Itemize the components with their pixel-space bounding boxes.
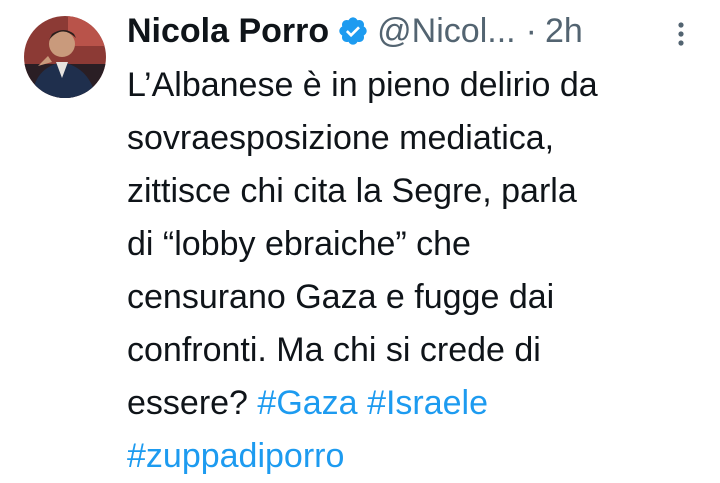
tweet-text-line: #zuppadiporro bbox=[127, 430, 712, 483]
avatar[interactable] bbox=[24, 16, 106, 98]
timestamp[interactable]: 2h bbox=[545, 8, 583, 54]
hashtag-link[interactable]: #zuppadiporro bbox=[127, 437, 344, 475]
tweet-text-line: censurano Gaza e fugge dai bbox=[127, 278, 555, 316]
more-options-icon[interactable] bbox=[669, 19, 693, 49]
tweet-text-line: sovraesposizione mediatica, bbox=[127, 119, 555, 157]
tweet-text: L’Albanese è in pieno delirio da sovraes… bbox=[127, 59, 712, 483]
tweet-text-line: confronti. Ma chi si crede di bbox=[127, 331, 541, 369]
tweet-text-fragment: essere? bbox=[127, 384, 248, 422]
author-handle[interactable]: @Nicol... bbox=[377, 8, 515, 54]
tweet-text-line: zittisce chi cita la Segre, parla bbox=[127, 172, 577, 210]
tweet-text-line: L’Albanese è in pieno delirio da bbox=[127, 66, 598, 104]
hashtag-link[interactable]: #Gaza bbox=[257, 384, 357, 422]
tweet[interactable]: Nicola Porro @Nicol... · 2h L’Albanese è… bbox=[0, 0, 720, 475]
tweet-text-line: essere? #Gaza #Israele bbox=[127, 377, 712, 430]
author-name[interactable]: Nicola Porro bbox=[127, 8, 329, 54]
verified-badge-icon bbox=[337, 15, 369, 47]
header-separator: · bbox=[525, 12, 537, 50]
tweet-header: Nicola Porro @Nicol... · 2h bbox=[127, 8, 583, 54]
hashtag-link[interactable]: #Israele bbox=[367, 384, 488, 422]
tweet-text-line: di “lobby ebraiche” che bbox=[127, 225, 471, 263]
